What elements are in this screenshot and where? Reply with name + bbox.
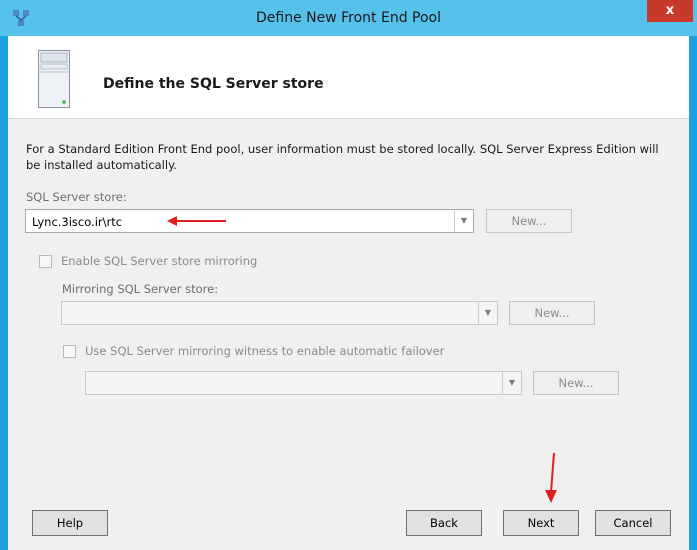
back-button[interactable]: Back: [406, 510, 482, 536]
help-button[interactable]: Help: [32, 510, 108, 536]
witness-checkbox-label: Use SQL Server mirroring witness to enab…: [85, 344, 445, 358]
sql-store-value: Lync.3isco.ir\rtc: [32, 215, 123, 229]
page-title: Define the SQL Server store: [103, 76, 324, 92]
witness-combobox[interactable]: ▼: [85, 371, 522, 395]
annotation-arrow-down-icon: [545, 452, 557, 503]
server-icon: [38, 50, 70, 108]
enable-mirroring-checkbox[interactable]: [39, 255, 52, 268]
wizard-header: Define the SQL Server store: [8, 36, 689, 118]
cancel-button[interactable]: Cancel: [595, 510, 671, 536]
close-button[interactable]: x: [647, 0, 693, 22]
witness-new-button[interactable]: New...: [533, 371, 619, 395]
witness-checkbox[interactable]: [63, 345, 76, 358]
sql-store-combobox[interactable]: Lync.3isco.ir\rtc ▼: [25, 209, 474, 233]
title-bar: Define New Front End Pool x: [0, 0, 697, 36]
sql-store-new-button[interactable]: New...: [486, 209, 572, 233]
annotation-arrow-left-icon: [167, 216, 226, 226]
sql-store-label: SQL Server store:: [26, 190, 127, 204]
wizard-content: For a Standard Edition Front End pool, u…: [8, 118, 689, 550]
mirroring-store-new-button[interactable]: New...: [509, 301, 595, 325]
next-button[interactable]: Next: [503, 510, 579, 536]
enable-mirroring-label: Enable SQL Server store mirroring: [61, 254, 258, 268]
chevron-down-icon[interactable]: ▼: [502, 372, 521, 394]
header-divider: [8, 118, 689, 119]
chevron-down-icon[interactable]: ▼: [478, 302, 497, 324]
chevron-down-icon[interactable]: ▼: [454, 210, 473, 232]
description-text: For a Standard Edition Front End pool, u…: [26, 142, 659, 172]
mirroring-store-combobox[interactable]: ▼: [61, 301, 498, 325]
window-title: Define New Front End Pool: [255, 10, 441, 26]
mirroring-store-label: Mirroring SQL Server store:: [62, 282, 219, 296]
